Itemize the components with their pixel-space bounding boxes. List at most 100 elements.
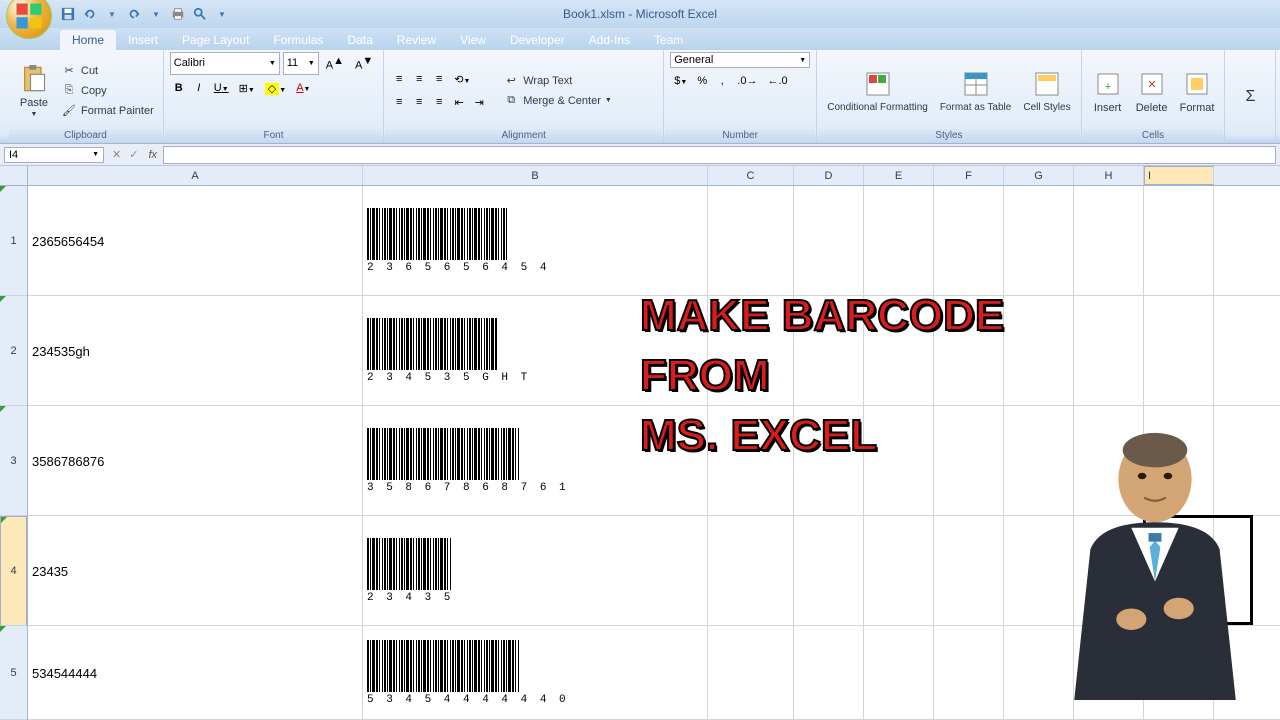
tab-developer[interactable]: Developer bbox=[498, 30, 577, 50]
cell-A3[interactable]: 3586786876 bbox=[28, 406, 363, 516]
redo-icon[interactable] bbox=[126, 6, 142, 22]
format-as-table-button[interactable]: Format as Table bbox=[936, 66, 1016, 115]
align-left-button[interactable]: ≡ bbox=[390, 93, 408, 112]
align-center-button[interactable]: ≡ bbox=[410, 93, 428, 112]
font-face-select[interactable]: Calibri▼ bbox=[170, 52, 280, 75]
cell-B1[interactable]: 2 3 6 5 6 5 6 4 5 4 bbox=[363, 186, 708, 296]
select-all-corner[interactable] bbox=[0, 166, 28, 186]
inc-decimal-button[interactable]: .0→ bbox=[733, 72, 761, 90]
col-header-G[interactable]: G bbox=[1004, 166, 1074, 185]
cell-styles-button[interactable]: Cell Styles bbox=[1019, 66, 1074, 115]
bold-button[interactable]: B bbox=[170, 79, 188, 98]
indent-inc-button[interactable]: ⇥ bbox=[470, 93, 488, 112]
print-preview-icon[interactable] bbox=[192, 6, 208, 22]
align-middle-button[interactable]: ≡ bbox=[410, 70, 428, 89]
tab-team[interactable]: Team bbox=[642, 30, 695, 50]
cell-H2[interactable] bbox=[1074, 296, 1144, 406]
cell-A2[interactable]: 234535gh bbox=[28, 296, 363, 406]
cell-I1[interactable] bbox=[1144, 186, 1214, 296]
cell-B5[interactable]: 5 3 4 5 4 4 4 4 4 4 0 bbox=[363, 626, 708, 720]
percent-button[interactable]: % bbox=[693, 72, 711, 90]
cell-E4[interactable] bbox=[864, 516, 934, 626]
shrink-font-button[interactable]: A▼ bbox=[351, 52, 377, 75]
paste-button[interactable]: Paste▼ bbox=[14, 61, 54, 120]
tab-page-layout[interactable]: Page Layout bbox=[170, 30, 261, 50]
comma-button[interactable]: , bbox=[713, 72, 731, 90]
save-icon[interactable] bbox=[60, 6, 76, 22]
cell-B4[interactable]: 2 3 4 3 5 bbox=[363, 516, 708, 626]
tab-view[interactable]: View bbox=[448, 30, 498, 50]
undo-dropdown[interactable]: ▼ bbox=[104, 6, 120, 22]
cell-C4[interactable] bbox=[708, 516, 794, 626]
cell-D4[interactable] bbox=[794, 516, 864, 626]
fill-color-button[interactable]: ◇▼ bbox=[261, 79, 290, 98]
cell-F5[interactable] bbox=[934, 626, 1004, 720]
cell-C5[interactable] bbox=[708, 626, 794, 720]
cell-A1[interactable]: 2365656454 bbox=[28, 186, 363, 296]
wrap-text-button[interactable]: ↩Wrap Text bbox=[500, 72, 615, 90]
tab-formulas[interactable]: Formulas bbox=[261, 30, 335, 50]
delete-cells-button[interactable]: ✕Delete bbox=[1132, 66, 1172, 116]
fx-enter[interactable]: ✓ bbox=[125, 148, 142, 161]
quick-print-icon[interactable] bbox=[170, 6, 186, 22]
formula-input[interactable] bbox=[163, 146, 1276, 164]
tab-insert[interactable]: Insert bbox=[116, 30, 170, 50]
row-header-1[interactable]: 1 bbox=[0, 186, 27, 296]
col-header-H[interactable]: H bbox=[1074, 166, 1144, 185]
align-right-button[interactable]: ≡ bbox=[430, 93, 448, 112]
col-header-I[interactable]: I bbox=[1144, 166, 1214, 185]
orientation-button[interactable]: ⟲▼ bbox=[450, 70, 474, 89]
indent-dec-button[interactable]: ⇤ bbox=[450, 93, 468, 112]
cell-G2[interactable] bbox=[1004, 296, 1074, 406]
cell-F4[interactable] bbox=[934, 516, 1004, 626]
format-cells-button[interactable]: Format bbox=[1176, 66, 1219, 116]
fx-cancel[interactable]: ✕ bbox=[108, 148, 125, 161]
col-header-C[interactable]: C bbox=[708, 166, 794, 185]
undo-icon[interactable] bbox=[82, 6, 98, 22]
row-header-4[interactable]: 4 bbox=[0, 516, 27, 626]
align-bottom-button[interactable]: ≡ bbox=[430, 70, 448, 89]
col-header-B[interactable]: B bbox=[363, 166, 708, 185]
grow-font-button[interactable]: A▲ bbox=[322, 52, 348, 75]
row-header-3[interactable]: 3 bbox=[0, 406, 27, 516]
cell-G1[interactable] bbox=[1004, 186, 1074, 296]
cell-F1[interactable] bbox=[934, 186, 1004, 296]
row-header-5[interactable]: 5 bbox=[0, 626, 27, 720]
border-button[interactable]: ⊞▼ bbox=[235, 79, 259, 98]
col-header-F[interactable]: F bbox=[934, 166, 1004, 185]
format-painter-button[interactable]: 🖌Format Painter bbox=[58, 102, 157, 120]
redo-dropdown[interactable]: ▼ bbox=[148, 6, 164, 22]
merge-center-button[interactable]: ⧉Merge & Center▼ bbox=[500, 92, 615, 110]
cell-E1[interactable] bbox=[864, 186, 934, 296]
cell-E5[interactable] bbox=[864, 626, 934, 720]
cell-H1[interactable] bbox=[1074, 186, 1144, 296]
currency-button[interactable]: $▼ bbox=[670, 72, 691, 90]
font-size-select[interactable]: 11▼ bbox=[283, 52, 319, 75]
cell-I2[interactable] bbox=[1144, 296, 1214, 406]
cell-D1[interactable] bbox=[794, 186, 864, 296]
font-color-button[interactable]: A▼ bbox=[292, 79, 314, 98]
dec-decimal-button[interactable]: ←.0 bbox=[763, 72, 791, 90]
cell-A5[interactable]: 534544444 bbox=[28, 626, 363, 720]
col-header-A[interactable]: A bbox=[28, 166, 363, 185]
cell-A4[interactable]: 23435 bbox=[28, 516, 363, 626]
fx-icon[interactable]: fx bbox=[142, 149, 163, 161]
copy-button[interactable]: ⎘Copy bbox=[58, 82, 157, 100]
insert-cells-button[interactable]: +Insert bbox=[1088, 66, 1128, 116]
name-box[interactable]: I4▼ bbox=[4, 147, 104, 163]
tab-review[interactable]: Review bbox=[385, 30, 448, 50]
cell-C1[interactable] bbox=[708, 186, 794, 296]
align-top-button[interactable]: ≡ bbox=[390, 70, 408, 89]
tab-add-ins[interactable]: Add-Ins bbox=[577, 30, 642, 50]
tab-data[interactable]: Data bbox=[335, 30, 384, 50]
col-header-D[interactable]: D bbox=[794, 166, 864, 185]
cell-F3[interactable] bbox=[934, 406, 1004, 516]
italic-button[interactable]: I bbox=[190, 79, 208, 98]
cell-D5[interactable] bbox=[794, 626, 864, 720]
cut-button[interactable]: ✂Cut bbox=[58, 62, 157, 80]
col-header-E[interactable]: E bbox=[864, 166, 934, 185]
underline-button[interactable]: U▼ bbox=[210, 79, 233, 98]
qat-customize[interactable]: ▼ bbox=[214, 6, 230, 22]
conditional-formatting-button[interactable]: Conditional Formatting bbox=[823, 66, 932, 115]
autosum-button[interactable]: Σ bbox=[1231, 86, 1269, 108]
